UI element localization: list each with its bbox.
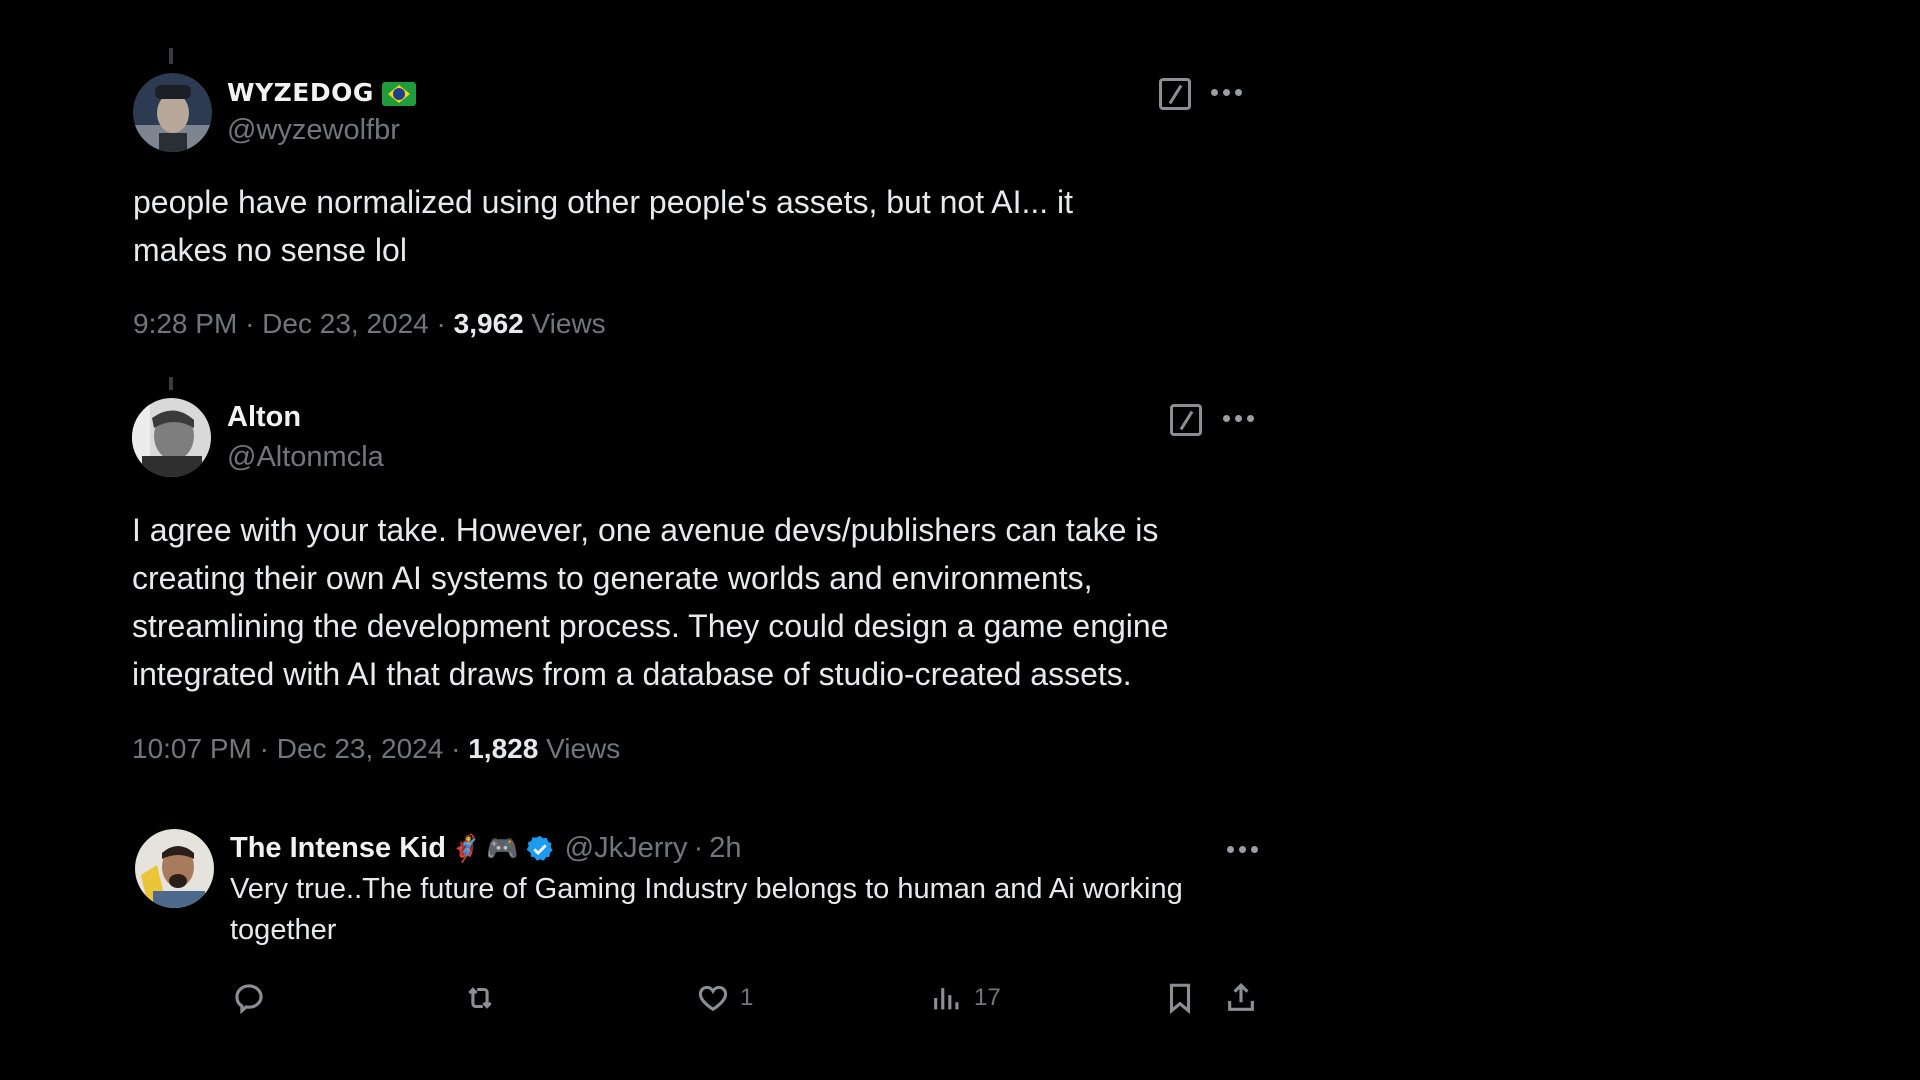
tweet-text-line: I agree with your take. However, one ave…: [132, 512, 1159, 548]
views-label: Views: [546, 733, 621, 764]
share-button[interactable]: [1224, 980, 1258, 1016]
avatar[interactable]: [135, 829, 214, 908]
reply-icon: [235, 984, 263, 1015]
verified-badge-icon[interactable]: [525, 834, 555, 864]
reply-button[interactable]: [232, 981, 276, 1015]
grok-icon[interactable]: [1170, 404, 1202, 436]
tweet-meta: 9:28 PM · Dec 23, 2024 · 3,962 Views: [133, 308, 606, 340]
bookmark-icon: [1169, 983, 1191, 1015]
display-name-text: WYZEDOG: [227, 78, 374, 107]
thread-connector: [169, 48, 173, 64]
reply-text-line: together: [230, 914, 337, 946]
avatar[interactable]: [133, 73, 212, 152]
views-button[interactable]: 17: [930, 981, 1001, 1015]
tweet-meta: 10:07 PM · Dec 23, 2024 · 1,828 Views: [132, 733, 620, 765]
tweet-text-line: creating their own AI systems to generat…: [132, 560, 1093, 596]
tweet-time[interactable]: 10:07 PM: [132, 733, 252, 764]
tweet-text: people have normalized using other peopl…: [133, 178, 1073, 274]
display-name[interactable]: WYZEDOG: [227, 78, 416, 107]
reply-age[interactable]: 2h: [709, 832, 741, 865]
reply-text: Very true..The future of Gaming Industry…: [230, 869, 1183, 951]
tweet-date[interactable]: Dec 23, 2024: [277, 733, 444, 764]
bookmark-button[interactable]: [1163, 980, 1197, 1016]
separator: ·: [245, 308, 255, 339]
tweet-date[interactable]: Dec 23, 2024: [262, 308, 429, 339]
superhero-emoji: 🦸: [449, 833, 483, 863]
more-icon[interactable]: [1227, 846, 1258, 853]
user-handle[interactable]: @JkJerry: [565, 832, 688, 865]
avatar-image: [135, 829, 214, 908]
separator: ·: [259, 733, 269, 764]
game-controller-emoji: 🎮: [486, 833, 519, 863]
tweet-text: I agree with your take. However, one ave…: [132, 506, 1168, 698]
views-count: 3,962: [453, 308, 524, 339]
retweet-button[interactable]: [462, 981, 508, 1015]
reply-text-line: Very true..The future of Gaming Industry…: [230, 873, 1183, 905]
display-name[interactable]: Alton: [227, 401, 301, 434]
avatar-image: [133, 73, 212, 152]
views-count: 17: [974, 984, 1001, 1011]
user-handle[interactable]: @Altonmcla: [227, 441, 384, 474]
share-icon: [1228, 983, 1254, 1011]
separator: ·: [451, 733, 461, 764]
brazil-flag-icon: [381, 82, 416, 106]
thread-connector: [169, 377, 173, 390]
avatar[interactable]: [132, 398, 211, 477]
display-name[interactable]: The Intense Kid: [230, 832, 446, 865]
avatar-image: [132, 398, 211, 477]
like-button[interactable]: 1: [696, 981, 753, 1015]
grok-icon[interactable]: [1159, 78, 1191, 110]
tweet-time[interactable]: 9:28 PM: [133, 308, 237, 339]
heart-icon: [698, 985, 728, 1012]
separator: ·: [436, 308, 446, 339]
like-count: 1: [740, 984, 754, 1011]
views-label: Views: [531, 308, 606, 339]
views-count: 1,828: [468, 733, 539, 764]
retweet-icon: [468, 987, 492, 1009]
user-handle[interactable]: @wyzewolfbr: [227, 114, 400, 147]
reply-header: The Intense Kid 🦸 🎮 @JkJerry · 2h: [230, 832, 742, 865]
tweet-text-line: streamlining the development process. Th…: [132, 608, 1169, 644]
tweet-text-line: makes no sense lol: [133, 232, 407, 268]
tweet-text-line: integrated with AI that draws from a dat…: [132, 656, 1132, 692]
more-icon[interactable]: [1211, 89, 1242, 96]
tweet-text-line: people have normalized using other peopl…: [133, 184, 1074, 220]
more-icon[interactable]: [1223, 415, 1254, 422]
separator: ·: [693, 832, 704, 864]
analytics-icon: [934, 988, 959, 1010]
